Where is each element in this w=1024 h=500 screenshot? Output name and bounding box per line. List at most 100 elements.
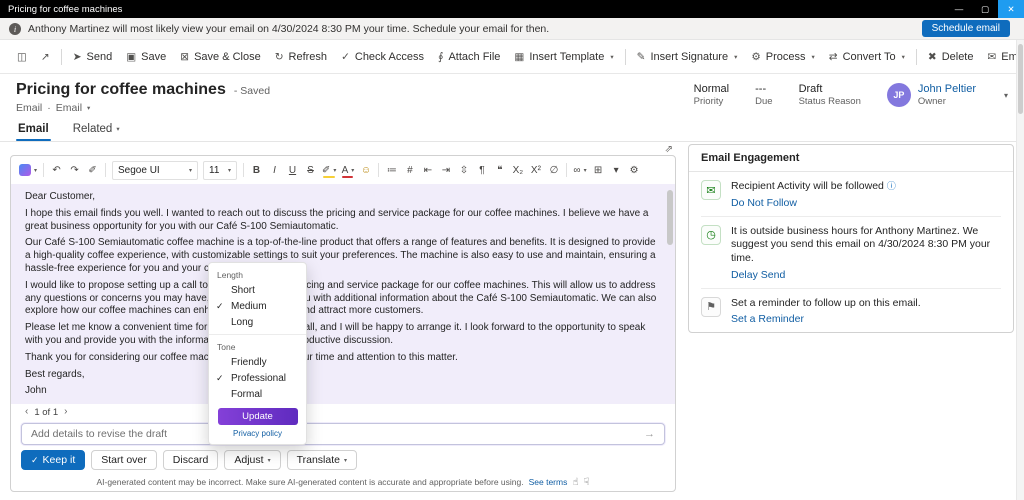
command-check-access[interactable]: ✓Check Access bbox=[334, 45, 431, 69]
chevron-down-icon[interactable]: ▾ bbox=[87, 104, 90, 112]
link-icon: ∞ bbox=[573, 165, 580, 176]
format-increase-indent-button[interactable]: ⇥ bbox=[437, 160, 454, 180]
format-highlight-button[interactable]: ✐▾ bbox=[320, 160, 338, 180]
send-prompt-icon[interactable]: → bbox=[644, 428, 655, 440]
copilot-button[interactable]: ▾ bbox=[17, 160, 39, 180]
menu-item-short[interactable]: Short bbox=[209, 282, 306, 298]
page-scrollbar-track[interactable] bbox=[1016, 40, 1024, 500]
format-redo-button[interactable]: ↷ bbox=[66, 160, 83, 180]
popout-icon: ↗ bbox=[41, 51, 50, 63]
format-font-family-select[interactable]: Segoe UI▾ bbox=[112, 161, 198, 180]
start-over-button[interactable]: Start over bbox=[91, 450, 157, 470]
format-subscript-button[interactable]: X₂ bbox=[509, 160, 526, 180]
command-refresh[interactable]: ↻Refresh bbox=[268, 45, 334, 69]
update-button[interactable]: Update bbox=[218, 408, 298, 425]
format-underline-button[interactable]: U bbox=[284, 160, 301, 180]
command-save-close[interactable]: ⊠Save & Close bbox=[173, 45, 267, 69]
format-table-button[interactable]: ⊞ bbox=[590, 160, 607, 180]
command-label: Save & Close bbox=[194, 51, 261, 63]
entity-name: Email bbox=[16, 102, 42, 114]
command-attach-file[interactable]: ∮Attach File bbox=[431, 45, 507, 69]
record-header-left: Pricing for coffee machines - Saved Emai… bbox=[16, 81, 270, 114]
tab-related[interactable]: Related ▾ bbox=[71, 123, 122, 141]
format-line-spacing-button[interactable]: ⇳ bbox=[455, 160, 472, 180]
format-paragraph-marks-button[interactable]: ¶ bbox=[473, 160, 490, 180]
format-italic-button[interactable]: I bbox=[266, 160, 283, 180]
format-font-color-button[interactable]: A▾ bbox=[339, 160, 356, 180]
previous-draft-icon[interactable]: ‹ bbox=[25, 407, 28, 417]
format-clear-format-button[interactable]: ∅ bbox=[545, 160, 562, 180]
titlebar: Pricing for coffee machines — ▢ ✕ bbox=[0, 0, 1024, 18]
engagement-text: Set a reminder to follow up on this emai… bbox=[731, 297, 921, 309]
priority-label: Priority bbox=[694, 96, 729, 107]
format-strikethrough-button[interactable]: S bbox=[302, 160, 319, 180]
format-divider bbox=[378, 163, 379, 177]
format-superscript-button[interactable]: X² bbox=[527, 160, 544, 180]
format-format-painter-button[interactable]: ✐ bbox=[84, 160, 101, 180]
format-blockquote-button[interactable]: ❝ bbox=[491, 160, 508, 180]
adjust-button[interactable]: Adjust ▾ bbox=[224, 450, 280, 470]
tab-email[interactable]: Email bbox=[16, 123, 51, 141]
reminder-icon: ⚑ bbox=[701, 297, 721, 317]
command-delete[interactable]: ✖Delete bbox=[921, 45, 981, 69]
owner-value[interactable]: John Peltier bbox=[918, 83, 976, 95]
menu-item-medium[interactable]: ✓Medium bbox=[209, 298, 306, 314]
engagement-link[interactable]: Delay Send bbox=[731, 269, 1001, 281]
schedule-email-button[interactable]: Schedule email bbox=[922, 20, 1010, 37]
command-collapse[interactable]: ◫ bbox=[10, 45, 34, 69]
color-bar bbox=[323, 176, 335, 179]
format-overflow-button[interactable]: ▾ bbox=[608, 160, 625, 180]
revise-input[interactable]: Add details to revise the draft → bbox=[21, 423, 665, 445]
command-send[interactable]: ➤Send bbox=[66, 45, 120, 69]
command-insert-signature[interactable]: ✎Insert Signature▾ bbox=[630, 45, 745, 69]
format-font-size-select[interactable]: 11▾ bbox=[203, 161, 237, 180]
thumbs-up-icon[interactable]: ☝ bbox=[572, 477, 578, 488]
menu-item-formal[interactable]: Formal bbox=[209, 386, 306, 402]
page-scrollbar[interactable] bbox=[1018, 44, 1023, 114]
menu-item-professional[interactable]: ✓Professional bbox=[209, 370, 306, 386]
command-convert-to[interactable]: ⇄Convert To▾ bbox=[822, 45, 912, 69]
privacy-policy-link[interactable]: Privacy policy bbox=[209, 429, 306, 438]
format-emoji-button[interactable]: ☺ bbox=[357, 160, 374, 180]
format-bold-button[interactable]: B bbox=[248, 160, 265, 180]
thumbs-down-icon[interactable]: ☟ bbox=[583, 477, 589, 488]
page-title: Pricing for coffee machines bbox=[16, 81, 226, 99]
command-popout[interactable]: ↗ bbox=[34, 45, 57, 69]
strikethrough-icon: S bbox=[307, 165, 314, 176]
menu-item-friendly[interactable]: Friendly bbox=[209, 354, 306, 370]
format-decrease-indent-button[interactable]: ⇤ bbox=[419, 160, 436, 180]
engagement-link[interactable]: Do Not Follow bbox=[731, 197, 896, 209]
translate-button[interactable]: Translate ▾ bbox=[287, 450, 357, 470]
discard-button[interactable]: Discard bbox=[163, 450, 219, 470]
menu-item-label: Professional bbox=[231, 373, 286, 384]
command-label: Convert To bbox=[843, 51, 896, 63]
side-panel: Email Engagement ✉Recipient Activity wil… bbox=[688, 144, 1014, 492]
command-items: ◫ ↗ ➤Send▣Save⊠Save & Close↻Refresh✓Check … bbox=[10, 45, 1024, 69]
header-collapse-chevron-icon[interactable]: ▾ bbox=[1004, 91, 1008, 100]
format-link-button[interactable]: ∞▾ bbox=[571, 160, 588, 180]
expand-editor-icon[interactable]: ⇗ bbox=[665, 145, 673, 155]
keep-it-button[interactable]: ✓ Keep it bbox=[21, 450, 85, 470]
close-icon[interactable]: ✕ bbox=[998, 0, 1024, 18]
editor-scrollbar[interactable] bbox=[667, 190, 673, 245]
email-body[interactable]: Dear Customer,I hope this email finds yo… bbox=[11, 184, 675, 404]
format-settings-button[interactable]: ⚙ bbox=[626, 160, 643, 180]
owner-field[interactable]: JP John Peltier Owner bbox=[887, 83, 976, 107]
next-draft-icon[interactable]: › bbox=[64, 407, 67, 417]
command-save[interactable]: ▣Save bbox=[119, 45, 173, 69]
command-insert-template[interactable]: ▦Insert Template▾ bbox=[507, 45, 620, 69]
form-selector[interactable]: Email bbox=[56, 102, 82, 114]
menu-item-label: Long bbox=[231, 317, 253, 328]
see-terms-link[interactable]: See terms bbox=[529, 477, 568, 487]
format-numbered-list-button[interactable]: # bbox=[401, 160, 418, 180]
engagement-link[interactable]: Set a Reminder bbox=[731, 313, 921, 325]
maximize-icon[interactable]: ▢ bbox=[972, 0, 998, 18]
format-bullet-list-button[interactable]: ≔ bbox=[383, 160, 400, 180]
engagement-item: ◷It is outside business hours for Anthon… bbox=[689, 217, 1013, 288]
command-process[interactable]: ⚙Process▾ bbox=[744, 45, 821, 69]
format-undo-button[interactable]: ↶ bbox=[48, 160, 65, 180]
minimize-icon[interactable]: — bbox=[946, 0, 972, 18]
info-icon[interactable]: ⓘ bbox=[887, 181, 896, 191]
engagement-text: It is outside business hours for Anthony… bbox=[731, 225, 990, 264]
menu-item-long[interactable]: Long bbox=[209, 314, 306, 330]
